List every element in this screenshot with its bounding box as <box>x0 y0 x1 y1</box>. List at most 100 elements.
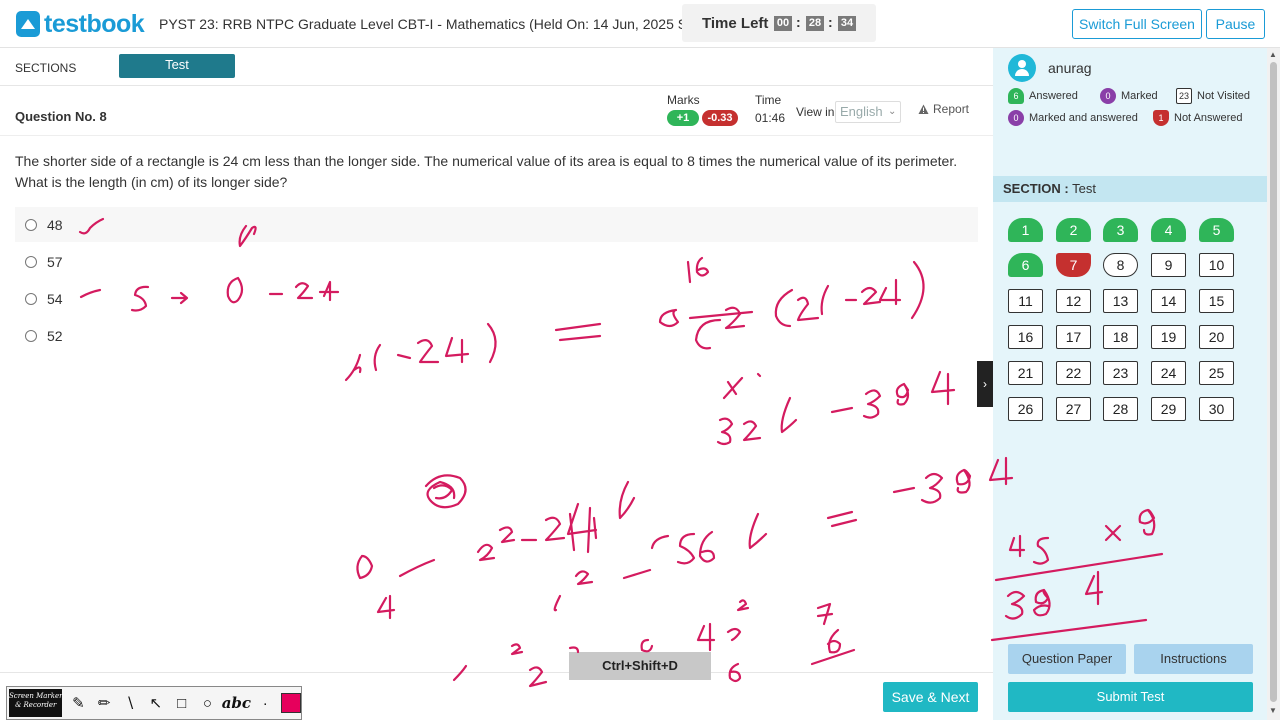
question-palette-button[interactable]: 25 <box>1199 361 1234 385</box>
user-info: anurag <box>1008 54 1092 82</box>
question-palette-button[interactable]: 21 <box>1008 361 1043 385</box>
footer-divider <box>0 672 993 673</box>
question-palette-button[interactable]: 4 <box>1151 218 1186 242</box>
not-visited-badge: 23 <box>1176 88 1192 104</box>
positive-marks-badge: +1 <box>667 110 699 126</box>
scrollbar[interactable]: ▲ ▼ <box>1267 48 1280 720</box>
option-label: 54 <box>47 290 63 307</box>
language-select[interactable]: English ⌄ <box>835 101 901 123</box>
section-heading-label: SECTION : <box>1003 181 1069 196</box>
report-button[interactable]: Report <box>918 102 969 116</box>
marked-answered-badge: 0 <box>1008 110 1024 126</box>
top-header: testbook PYST 23: RRB NTPC Graduate Leve… <box>0 0 1280 48</box>
timer-seconds: 34 <box>838 16 856 31</box>
question-palette-button[interactable]: 26 <box>1008 397 1043 421</box>
sections-bar: SECTIONS Test <box>0 48 993 86</box>
view-in-label: View in <box>796 105 835 119</box>
question-header: Question No. 8 Marks +1 -0.33 Time 01:46… <box>0 86 993 136</box>
question-number: Question No. 8 <box>15 109 107 124</box>
question-palette-button[interactable]: 6 <box>1008 253 1043 277</box>
question-palette-button[interactable]: 3 <box>1103 218 1138 242</box>
submit-test-button[interactable]: Submit Test <box>1008 682 1253 712</box>
sections-label: SECTIONS <box>15 61 77 75</box>
question-palette-button[interactable]: 14 <box>1151 289 1186 313</box>
arrow-icon[interactable]: ↖ <box>146 692 166 714</box>
collapse-panel-button[interactable]: › <box>977 361 993 407</box>
option-radio[interactable] <box>25 255 37 268</box>
shortcut-hint: Ctrl+Shift+D <box>569 652 711 680</box>
timer-separator: : <box>828 14 833 30</box>
option-1[interactable]: 48 <box>15 207 978 242</box>
pause-button[interactable]: Pause <box>1206 9 1265 39</box>
section-tab-test[interactable]: Test <box>119 54 235 78</box>
question-palette-button[interactable]: 28 <box>1103 397 1138 421</box>
option-3[interactable]: 54 <box>15 281 978 316</box>
instructions-button[interactable]: Instructions <box>1134 644 1253 674</box>
legend-label: Not Visited <box>1197 90 1250 102</box>
question-palette-button[interactable]: 30 <box>1199 397 1234 421</box>
question-palette-button[interactable]: 10 <box>1199 253 1234 277</box>
question-palette-panel: anurag 6 Answered 0 Marked 23 Not Visite… <box>993 48 1267 720</box>
username: anurag <box>1048 60 1092 76</box>
question-palette-button[interactable]: 17 <box>1056 325 1091 349</box>
option-label: 52 <box>47 327 63 344</box>
question-palette-button[interactable]: 20 <box>1199 325 1234 349</box>
switch-fullscreen-button[interactable]: Switch Full Screen <box>1072 9 1202 39</box>
question-palette-button[interactable]: 16 <box>1008 325 1043 349</box>
question-palette-button[interactable]: 22 <box>1056 361 1091 385</box>
option-label: 57 <box>47 253 63 270</box>
dot-icon[interactable]: · <box>255 692 275 714</box>
screen-marker-logo-line2: & Recorder <box>15 701 57 709</box>
question-palette-button[interactable]: 23 <box>1103 361 1138 385</box>
language-value: English <box>840 104 883 119</box>
timer-hours: 00 <box>774 16 792 31</box>
avatar-icon <box>1008 54 1036 82</box>
highlighter-icon[interactable]: ✏ <box>94 692 114 714</box>
question-palette-button[interactable]: 19 <box>1151 325 1186 349</box>
scroll-up-icon[interactable]: ▲ <box>1269 50 1277 59</box>
question-palette-button[interactable]: 2 <box>1056 218 1091 242</box>
legend-marked-answered: 0 Marked and answered <box>1008 110 1138 126</box>
question-palette-button[interactable]: 5 <box>1199 218 1234 242</box>
warning-icon <box>918 104 929 114</box>
question-palette-button[interactable]: 18 <box>1103 325 1138 349</box>
question-paper-button[interactable]: Question Paper <box>1008 644 1126 674</box>
legend-label: Answered <box>1029 90 1078 102</box>
rectangle-icon[interactable]: □ <box>172 692 192 714</box>
question-palette-button[interactable]: 11 <box>1008 289 1043 313</box>
screen-marker-toolbar: Screen Marker & Recorder ✎ ✏ ∖ ↖ □ ○ abc… <box>6 686 302 720</box>
scrollbar-thumb[interactable] <box>1270 62 1277 702</box>
timer-separator: : <box>796 14 801 30</box>
line-icon[interactable]: ∖ <box>120 692 140 714</box>
timer-box: Time Left 00 : 28 : 34 <box>682 4 876 42</box>
question-palette-button[interactable]: 7 <box>1056 253 1091 277</box>
scroll-down-icon[interactable]: ▼ <box>1269 706 1277 715</box>
option-2[interactable]: 57 <box>15 244 978 279</box>
section-heading-name: Test <box>1072 181 1096 196</box>
marks-label: Marks <box>667 93 700 107</box>
question-palette-button[interactable]: 9 <box>1151 253 1186 277</box>
question-palette-button[interactable]: 24 <box>1151 361 1186 385</box>
question-palette-button[interactable]: 29 <box>1151 397 1186 421</box>
question-palette-button[interactable]: 8 <box>1103 253 1138 277</box>
pen-icon[interactable]: ✎ <box>68 692 88 714</box>
time-left-label: Time Left <box>702 15 769 32</box>
testbook-logo-icon <box>16 11 40 37</box>
answered-badge: 6 <box>1008 88 1024 104</box>
option-radio[interactable] <box>25 218 37 231</box>
question-palette-button[interactable]: 12 <box>1056 289 1091 313</box>
report-label: Report <box>933 102 970 116</box>
legend-label: Not Answered <box>1174 112 1243 124</box>
question-palette-button[interactable]: 15 <box>1199 289 1234 313</box>
option-radio[interactable] <box>25 292 37 305</box>
text-tool-icon[interactable]: abc <box>222 692 251 714</box>
option-4[interactable]: 52 <box>15 318 978 353</box>
question-palette-button[interactable]: 13 <box>1103 289 1138 313</box>
circle-icon[interactable]: ○ <box>198 692 218 714</box>
testbook-logo[interactable]: testbook <box>16 10 145 38</box>
question-palette-button[interactable]: 27 <box>1056 397 1091 421</box>
color-swatch[interactable] <box>281 693 301 713</box>
option-radio[interactable] <box>25 329 37 342</box>
save-next-button[interactable]: Save & Next <box>883 682 978 712</box>
question-palette-button[interactable]: 1 <box>1008 218 1043 242</box>
